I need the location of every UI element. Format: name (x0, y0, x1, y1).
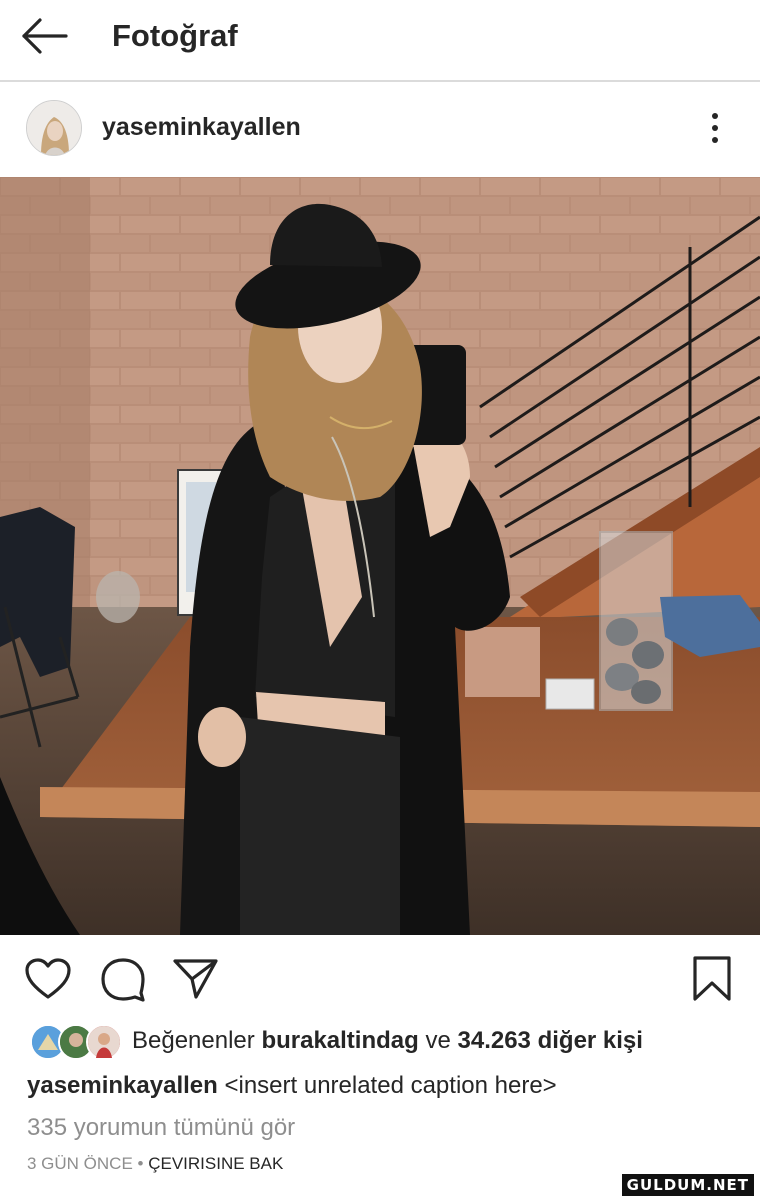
post-username[interactable]: yaseminkayallen (102, 112, 301, 142)
post-time: 3 GÜN ÖNCE (27, 1154, 133, 1173)
liker-username[interactable]: burakaltindag (261, 1027, 418, 1054)
likes-others[interactable]: 34.263 diğer kişi (458, 1027, 643, 1054)
likes-text: Beğenenler burakaltindag ve 34.263 diğer… (132, 1026, 643, 1056)
comment-button[interactable] (99, 957, 147, 1008)
likes-prefix: Beğenenler (132, 1027, 255, 1054)
likes-conjunction: ve (425, 1027, 451, 1054)
caption: yaseminkayallen <insert unrelated captio… (27, 1070, 557, 1102)
likes-row: Beğenenler burakaltindag ve 34.263 diğer… (28, 1022, 748, 1062)
photo-illustration (0, 177, 760, 935)
watermark: GULDUM.NET (621, 1174, 754, 1196)
caption-text: <insert unrelated caption here> (224, 1072, 557, 1099)
action-bar (0, 935, 760, 1025)
back-button[interactable] (18, 16, 70, 56)
post-photo[interactable] (0, 177, 760, 935)
liker-avatar[interactable] (86, 1024, 122, 1060)
more-options-button[interactable] (700, 108, 730, 148)
back-arrow-icon (22, 18, 68, 54)
top-bar: Fotoğraf (0, 0, 760, 82)
like-button[interactable] (24, 957, 72, 1006)
avatar[interactable] (26, 100, 82, 156)
meta-separator: • (137, 1154, 144, 1173)
view-all-comments-link[interactable]: 335 yorumun tümünü gör (27, 1112, 295, 1144)
liker-avatar-image (88, 1026, 120, 1058)
share-icon (173, 959, 218, 999)
comment-icon (101, 958, 145, 1002)
caption-username[interactable]: yaseminkayallen (27, 1072, 218, 1099)
more-options-icon (712, 113, 718, 143)
post-meta: 3 GÜN ÖNCE • ÇEVIRISINE BAK (27, 1152, 283, 1176)
bookmark-button[interactable] (690, 955, 734, 1008)
bookmark-icon (693, 956, 731, 1001)
avatar-image (27, 101, 81, 155)
page-title: Fotoğraf (112, 18, 238, 53)
heart-icon (25, 958, 71, 999)
share-button[interactable] (172, 957, 220, 1006)
see-translation-link[interactable]: ÇEVIRISINE BAK (148, 1154, 283, 1173)
